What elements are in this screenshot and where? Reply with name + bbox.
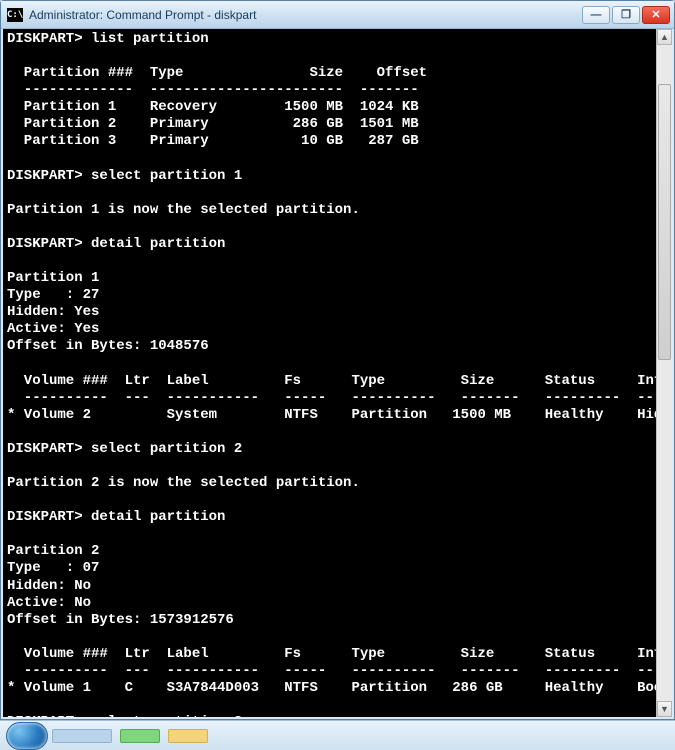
maximize-button[interactable]: ❐: [612, 6, 640, 24]
window-title: Administrator: Command Prompt - diskpart: [29, 8, 582, 22]
scroll-thumb[interactable]: [658, 84, 671, 360]
command-prompt-window: C:\ Administrator: Command Prompt - disk…: [0, 0, 675, 720]
console-wrap: DISKPART> list partition Partition ### T…: [1, 29, 674, 719]
scroll-down-button[interactable]: ▼: [657, 701, 672, 717]
taskbar-item[interactable]: [120, 729, 160, 743]
titlebar[interactable]: C:\ Administrator: Command Prompt - disk…: [1, 1, 674, 29]
taskbar-item[interactable]: [52, 729, 112, 743]
window-buttons: — ❐ ✕: [582, 6, 670, 24]
console-output[interactable]: DISKPART> list partition Partition ### T…: [3, 29, 656, 717]
minimize-button[interactable]: —: [582, 6, 610, 24]
scroll-up-button[interactable]: ▲: [657, 29, 672, 45]
vertical-scrollbar[interactable]: ▲ ▼: [656, 29, 672, 717]
taskbar-item[interactable]: [168, 729, 208, 743]
cmd-icon: C:\: [7, 8, 23, 22]
start-button[interactable]: [6, 722, 48, 750]
taskbar[interactable]: [0, 720, 675, 750]
scroll-track[interactable]: [657, 45, 672, 701]
close-button[interactable]: ✕: [642, 6, 670, 24]
